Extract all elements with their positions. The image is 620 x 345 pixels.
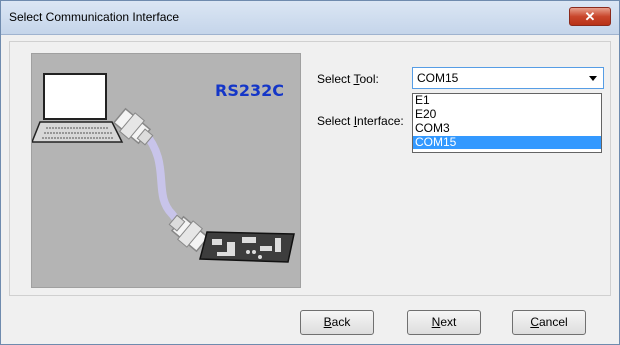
accelerator-key: B bbox=[323, 315, 332, 329]
select-interface-label: Select Interface: bbox=[317, 114, 404, 128]
select-tool-label: Select Tool: bbox=[317, 72, 379, 86]
laptop-icon bbox=[30, 73, 124, 143]
close-button[interactable]: ✕ bbox=[569, 7, 611, 26]
label-text: nterface: bbox=[357, 114, 404, 128]
dropdown-option[interactable]: E1 bbox=[413, 94, 601, 107]
dropdown-option[interactable]: E20 bbox=[413, 108, 601, 121]
label-text: Select bbox=[317, 72, 354, 86]
button-label: ancel bbox=[538, 315, 568, 329]
connection-illustration: RS232C bbox=[30, 53, 301, 288]
dialog-window: Select Communication Interface ✕ RS232C … bbox=[0, 0, 620, 345]
tool-select[interactable]: COM15 bbox=[412, 67, 604, 89]
label-text: ool: bbox=[359, 72, 379, 86]
close-icon: ✕ bbox=[584, 9, 596, 24]
button-label: ext bbox=[440, 315, 457, 329]
interface-type-label: RS232C bbox=[215, 81, 284, 100]
accelerator-key: C bbox=[530, 315, 539, 329]
tool-select-value: COM15 bbox=[417, 71, 459, 85]
cancel-button[interactable]: Cancel bbox=[512, 310, 586, 335]
chevron-down-icon[interactable] bbox=[589, 76, 597, 81]
button-label: ack bbox=[331, 315, 351, 329]
circuit-board-icon bbox=[199, 231, 295, 263]
title-bar[interactable]: Select Communication Interface ✕ bbox=[1, 1, 619, 35]
tool-dropdown-list[interactable]: E1 E20 COM3 COM15 bbox=[412, 93, 602, 153]
content-panel: RS232C Select Tool: Select Interface: CO… bbox=[9, 41, 611, 296]
back-button[interactable]: Back bbox=[300, 310, 374, 335]
dropdown-option-selected[interactable]: COM15 bbox=[413, 136, 601, 149]
window-title: Select Communication Interface bbox=[9, 10, 180, 24]
next-button[interactable]: Next bbox=[407, 310, 481, 335]
dropdown-option[interactable]: COM3 bbox=[413, 122, 601, 135]
label-text: Select bbox=[317, 114, 354, 128]
